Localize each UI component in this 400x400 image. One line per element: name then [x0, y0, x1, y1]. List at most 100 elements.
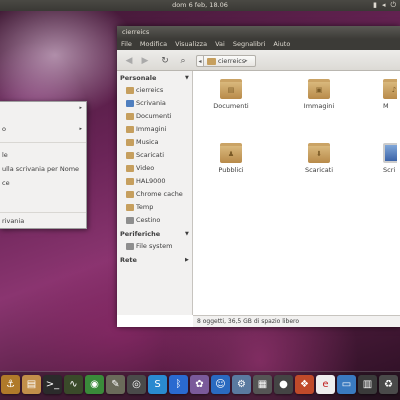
- sync-icon[interactable]: e: [316, 375, 335, 394]
- sidebar-item-documenti[interactable]: Documenti: [126, 111, 192, 122]
- bluetooth-icon[interactable]: ᛒ: [169, 375, 188, 394]
- status-bar: 8 oggetti, 36,5 GB di spazio libero: [193, 315, 400, 327]
- photos-icon[interactable]: ✿: [190, 375, 209, 394]
- file-manager-window: cierreics File Modifica Visualizza Vai S…: [117, 26, 400, 327]
- menu-separator: [0, 142, 86, 143]
- section-network: Rete: [120, 256, 137, 264]
- file-label: Documenti: [213, 102, 249, 110]
- file-item-scrivania[interactable]: Scri: [377, 143, 397, 174]
- sidebar-item-immagini[interactable]: Immagini: [126, 124, 192, 135]
- file-item-immagini[interactable]: ▣ Immagini: [289, 79, 349, 110]
- file-item-scaricati[interactable]: ⬇ Scaricati: [289, 143, 349, 174]
- section-personal: Personale: [120, 74, 157, 82]
- network-icon[interactable]: ▮: [373, 1, 377, 10]
- folder-documents-icon: ▤: [220, 79, 242, 99]
- menu-modifica[interactable]: Modifica: [140, 39, 167, 50]
- sidebar-item-scaricati[interactable]: Scaricati: [126, 150, 192, 161]
- gimp-icon[interactable]: ✎: [106, 375, 125, 394]
- file-label: Scri: [383, 166, 396, 174]
- path-left-arrow-icon[interactable]: ◂: [196, 55, 204, 67]
- search-icon[interactable]: ⌕: [177, 55, 189, 67]
- back-icon[interactable]: ◀: [123, 55, 135, 67]
- calculator-icon[interactable]: ▦: [253, 375, 272, 394]
- sidebar-item-video[interactable]: Video: [126, 163, 192, 174]
- folder-download-icon: ⬇: [308, 143, 330, 163]
- places-sidebar: Personale ▼ cierreics Scrivania Document…: [117, 71, 193, 315]
- context-menu-item[interactable]: o ▸: [0, 124, 86, 135]
- sidebar-item-file-system[interactable]: File system: [126, 241, 192, 252]
- menu-vai[interactable]: Vai: [215, 39, 225, 50]
- store-icon[interactable]: ❖: [295, 375, 314, 394]
- sidebar-item-chrome-cache[interactable]: Chrome cache: [126, 189, 192, 200]
- folder-icon: [126, 126, 134, 133]
- sidebar-item-label: Musica: [136, 138, 159, 146]
- chrome-icon[interactable]: ◉: [85, 375, 104, 394]
- file-label: Immagini: [303, 102, 335, 110]
- context-menu-item[interactable]: ▸: [0, 103, 86, 114]
- context-menu-item[interactable]: ce: [0, 178, 86, 189]
- folder-icon: [126, 113, 134, 120]
- folder-icon: [126, 139, 134, 146]
- submenu-arrow-icon: ▸: [79, 126, 82, 132]
- expand-arrow-icon[interactable]: ▶: [185, 257, 189, 263]
- file-label: M: [383, 102, 389, 110]
- collapse-arrow-icon[interactable]: ▼: [185, 231, 189, 237]
- settings-icon[interactable]: ⚙: [232, 375, 251, 394]
- context-menu-item[interactable]: ulla scrivania per Nome: [0, 164, 86, 175]
- sidebar-item-label: File system: [136, 242, 173, 250]
- workspace-icon[interactable]: ▥: [358, 375, 377, 394]
- folder-pictures-icon: ▣: [308, 79, 330, 99]
- sidebar-item-cestino[interactable]: Cestino: [126, 215, 192, 226]
- sidebar-item-hal9000[interactable]: HAL9000: [126, 176, 192, 187]
- collapse-arrow-icon[interactable]: ▼: [185, 75, 189, 81]
- anchor-icon[interactable]: ⚓: [1, 375, 20, 394]
- file-item-pubblici[interactable]: ♟ Pubblici: [201, 143, 261, 174]
- path-right-arrow-icon[interactable]: ▸: [245, 55, 253, 67]
- folder-icon: [126, 204, 134, 211]
- home-folder-icon: [126, 87, 134, 94]
- finder-icon[interactable]: ☺: [211, 375, 230, 394]
- sidebar-item-temp[interactable]: Temp: [126, 202, 192, 213]
- skype-icon[interactable]: S: [148, 375, 167, 394]
- context-menu-item[interactable]: le: [0, 150, 86, 161]
- file-item-musica[interactable]: ♪ M: [377, 79, 397, 110]
- file-view: ▤ Documenti ▣ Immagini ♪ M ♟ Pubblici ⬇ …: [193, 71, 400, 315]
- file-item-documenti[interactable]: ▤ Documenti: [201, 79, 261, 110]
- reload-icon[interactable]: ↻: [159, 55, 171, 67]
- folder-public-icon: ♟: [220, 143, 242, 163]
- sidebar-item-label: Documenti: [136, 112, 172, 120]
- power-icon[interactable]: ⏻: [390, 1, 396, 10]
- clock[interactable]: dom 6 feb, 18.06: [0, 1, 400, 9]
- dock: ⚓ ▤ >_ ∿ ◉ ✎ ◎ S ᛒ ✿ ☺ ⚙ ▦ ● ❖ e ▭ ▥ ♻: [0, 371, 400, 400]
- files-icon[interactable]: ▤: [22, 375, 41, 394]
- folder-desktop-icon: [383, 143, 397, 163]
- menu-aiuto[interactable]: Aiuto: [273, 39, 290, 50]
- trash-icon[interactable]: ♻: [379, 375, 398, 394]
- forward-icon[interactable]: ▶: [139, 55, 151, 67]
- sidebar-item-label: Scrivania: [136, 99, 166, 107]
- menu-visualizza[interactable]: Visualizza: [175, 39, 207, 50]
- home-folder-icon: [207, 58, 216, 65]
- context-menu-item-label: o: [2, 125, 6, 133]
- folder-icon: [126, 165, 134, 172]
- record-icon[interactable]: ●: [274, 375, 293, 394]
- desktop-context-menu: ▸ o ▸ le ulla scrivania per Nome ce rivan…: [0, 101, 87, 229]
- terminal-icon[interactable]: >_: [43, 375, 62, 394]
- volume-icon[interactable]: ◂: [382, 1, 386, 10]
- sidebar-item-musica[interactable]: Musica: [126, 137, 192, 148]
- sidebar-item-label: Immagini: [136, 125, 167, 133]
- drive-icon: [126, 243, 134, 250]
- disk-utility-icon[interactable]: ◎: [127, 375, 146, 394]
- system-monitor-icon[interactable]: ∿: [64, 375, 83, 394]
- menu-file[interactable]: File: [121, 39, 132, 50]
- submenu-arrow-icon: ▸: [79, 105, 82, 111]
- trash-icon: [126, 217, 134, 224]
- sidebar-item-scrivania[interactable]: Scrivania: [126, 98, 192, 109]
- menu-segnalibri[interactable]: Segnalibri: [233, 39, 266, 50]
- window-icon[interactable]: ▭: [337, 375, 356, 394]
- system-tray: ▮ ◂ ⏻: [373, 1, 396, 10]
- context-menu-item[interactable]: rivania: [0, 216, 86, 227]
- menu-separator: [0, 212, 86, 213]
- window-title[interactable]: cierreics: [117, 26, 400, 39]
- sidebar-item-cierreics[interactable]: cierreics: [126, 85, 192, 96]
